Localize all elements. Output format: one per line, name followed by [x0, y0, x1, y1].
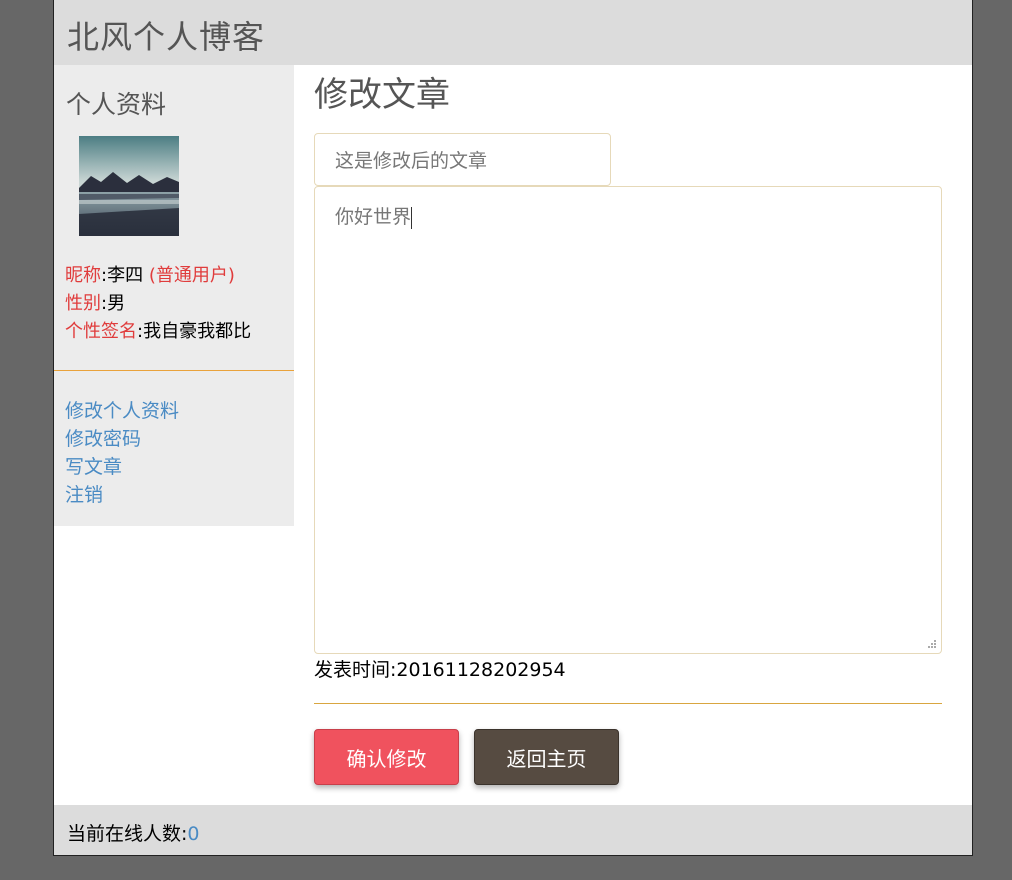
edit-article-panel: 修改文章 你好世界 发表时间:20161128202954 确认修改 返回主页: [314, 65, 944, 805]
nickname-row: 昵称:李四 (普通用户): [65, 265, 235, 286]
edit-profile-link[interactable]: 修改个人资料: [65, 397, 179, 425]
publish-time-value: 20161128202954: [396, 659, 566, 681]
content-divider: [314, 703, 942, 704]
publish-time: 发表时间:20161128202954: [314, 655, 566, 682]
sidebar-links: 修改个人资料 修改密码 写文章 注销: [65, 397, 179, 509]
profile-info: 昵称:李四 (普通用户) 性别:男 个性签名:我自豪我都比: [65, 262, 251, 346]
site-header: 北风个人博客: [54, 0, 972, 65]
nickname-value: 李四: [107, 265, 144, 286]
page-frame: 北风个人博客 个人资料 昵称:李四 (普通用户) 性别:男 个性签名:我自豪我都…: [53, 0, 973, 856]
back-home-button[interactable]: 返回主页: [474, 729, 619, 785]
resize-grip-icon[interactable]: [928, 640, 937, 649]
signature-value: 我自豪我都比: [143, 321, 252, 342]
avatar: [79, 136, 179, 236]
article-content-textarea[interactable]: 你好世界: [314, 186, 942, 654]
site-title[interactable]: 北风个人博客: [67, 12, 265, 58]
avatar-image: [79, 136, 179, 236]
write-article-link[interactable]: 写文章: [65, 453, 179, 481]
gender-row: 性别:男: [65, 293, 126, 314]
online-users-count: 0: [187, 823, 200, 845]
user-role: (普通用户): [148, 265, 235, 286]
change-password-link[interactable]: 修改密码: [65, 425, 179, 453]
sidebar-divider: [54, 370, 294, 371]
site-footer: 当前在线人数:0: [54, 805, 972, 855]
publish-time-label: 发表时间:: [314, 659, 397, 681]
article-content-text: 你好世界: [335, 206, 412, 228]
logout-link[interactable]: 注销: [65, 481, 179, 509]
gender-label: 性别: [65, 293, 101, 314]
profile-sidebar: 个人资料 昵称:李四 (普通用户) 性别:男 个性签名:我自豪我都比 修改个人资…: [54, 65, 294, 526]
nickname-label: 昵称: [65, 265, 101, 286]
signature-row: 个性签名:我自豪我都比: [65, 321, 252, 342]
text-cursor: [411, 206, 413, 229]
page-title: 修改文章: [314, 75, 450, 115]
confirm-edit-button[interactable]: 确认修改: [314, 729, 459, 785]
article-title-input[interactable]: [314, 133, 611, 186]
online-users: 当前在线人数:0: [67, 819, 200, 846]
online-users-label: 当前在线人数:: [67, 823, 188, 845]
signature-label: 个性签名: [65, 321, 137, 342]
profile-heading: 个人资料: [66, 90, 167, 119]
gender-value: 男: [107, 293, 126, 314]
